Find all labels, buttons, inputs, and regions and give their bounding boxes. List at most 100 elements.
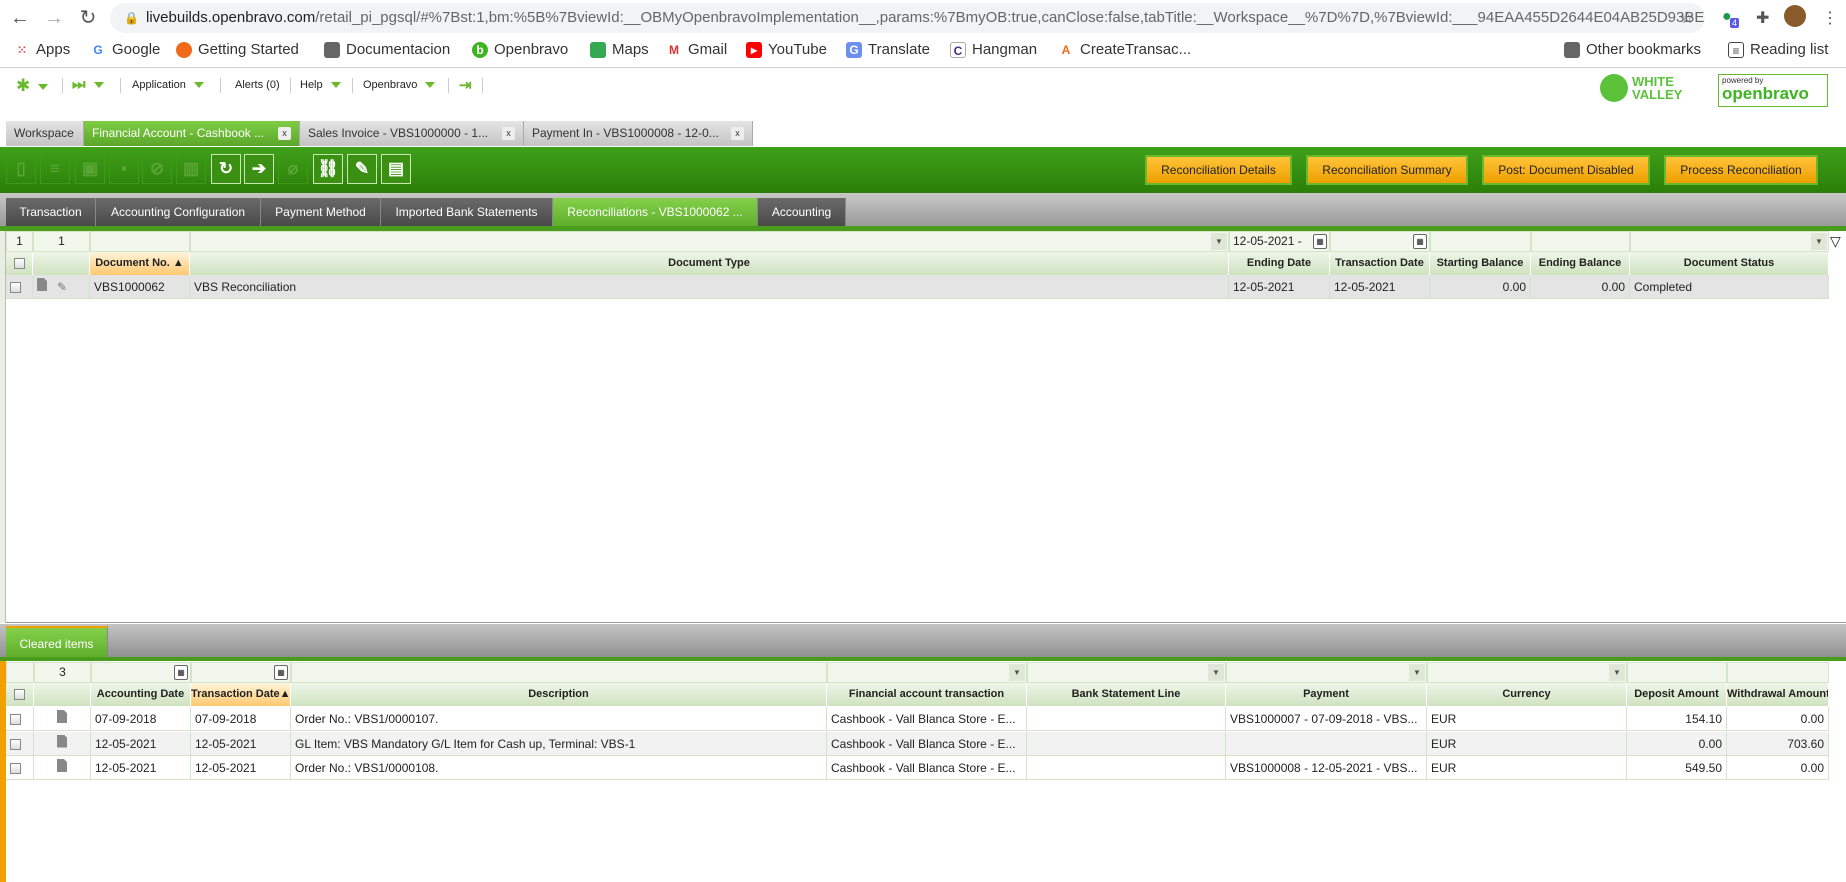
save-icon[interactable]: ▣ — [75, 154, 105, 184]
filter-transaction-date[interactable]: ▦ — [1330, 231, 1430, 252]
bookmark-getting-started[interactable]: Getting Started — [176, 41, 299, 58]
dropdown-icon[interactable]: ▼ — [1811, 233, 1827, 250]
export-icon[interactable]: ➔ — [244, 154, 274, 184]
select-all-checkbox[interactable] — [6, 683, 34, 706]
column-header[interactable]: Ending Balance — [1531, 252, 1630, 275]
filter-withdrawal-amount[interactable] — [1727, 662, 1829, 683]
new-row-icon[interactable]: ≡ — [40, 154, 70, 184]
row-checkbox[interactable] — [6, 275, 33, 299]
filter-payment[interactable]: ▼ — [1226, 662, 1427, 683]
application-menu[interactable]: Application — [132, 79, 204, 91]
filter-ending-date[interactable]: 12-05-2021 - ▦ — [1229, 231, 1330, 252]
column-header[interactable]: Document No. ▲ — [90, 252, 190, 275]
tab-sales-invoice[interactable]: Sales Invoice - VBS1000000 - 1... x — [300, 121, 524, 146]
column-header[interactable]: Payment — [1226, 683, 1427, 706]
close-icon[interactable]: x — [502, 127, 515, 140]
star-icon[interactable]: ☆ — [1680, 8, 1694, 28]
row-checkbox[interactable] — [6, 756, 34, 780]
tab-transaction[interactable]: Transaction — [6, 198, 96, 226]
calendar-icon[interactable]: ▦ — [174, 665, 188, 680]
help-menu[interactable]: Help — [300, 79, 341, 91]
bookmark-translate[interactable]: G Translate — [846, 41, 930, 58]
edit-icon[interactable]: ✎ — [57, 280, 67, 294]
filter-document-type[interactable]: ▼ — [190, 231, 1229, 252]
dropdown-icon[interactable]: ▼ — [1609, 664, 1625, 681]
column-header[interactable]: Transaction Date — [1330, 252, 1430, 275]
new-document-icon[interactable]: ▯ — [6, 154, 36, 184]
user-menu[interactable]: Openbravo — [363, 79, 436, 91]
reconciliation-summary-button[interactable]: Reconciliation Summary — [1306, 155, 1468, 185]
tab-reconciliations[interactable]: Reconciliations - VBS1000062 ... — [553, 198, 758, 226]
dropdown-icon[interactable]: ▼ — [1009, 664, 1025, 681]
reconciliation-details-button[interactable]: Reconciliation Details — [1145, 155, 1292, 185]
tab-cleared-items[interactable]: Cleared items — [6, 626, 108, 658]
filter-funnel-icon[interactable]: ▽ — [1830, 233, 1846, 250]
filter-ending-balance[interactable] — [1531, 231, 1630, 252]
row-checkbox[interactable] — [6, 731, 34, 756]
avatar[interactable] — [1784, 5, 1806, 27]
layout-icon[interactable]: ▤ — [381, 154, 411, 184]
close-icon[interactable]: x — [731, 127, 744, 140]
select-all-checkbox[interactable] — [6, 252, 33, 275]
bookmark-openbravo[interactable]: b Openbravo — [472, 41, 568, 58]
save-close-icon[interactable]: ▪ — [109, 154, 139, 184]
document-icon[interactable] — [37, 278, 47, 291]
document-icon[interactable] — [57, 710, 67, 723]
close-icon[interactable]: x — [278, 127, 291, 140]
document-icon[interactable] — [57, 759, 67, 772]
process-reconciliation-button[interactable]: Process Reconciliation — [1664, 155, 1818, 185]
bookmark-youtube[interactable]: ▸ YouTube — [746, 41, 827, 58]
column-header[interactable]: Description — [291, 683, 827, 706]
column-header[interactable]: Starting Balance — [1430, 252, 1531, 275]
alerts-link[interactable]: Alerts (0) — [235, 79, 280, 91]
other-bookmarks[interactable]: Other bookmarks — [1564, 41, 1701, 58]
tab-imported-bank-statements[interactable]: Imported Bank Statements — [381, 198, 553, 226]
link-icon[interactable]: ⛓ — [313, 154, 343, 184]
tab-payment-in[interactable]: Payment In - VBS1000008 - 12-0... x — [524, 121, 753, 146]
tab-accounting-configuration[interactable]: Accounting Configuration — [96, 198, 261, 226]
bookmark-createtransac[interactable]: A CreateTransac... — [1058, 41, 1192, 58]
puzzle-icon[interactable]: ✚ — [1756, 8, 1769, 28]
quick-create-icon[interactable]: ✱ — [16, 76, 49, 96]
reload-icon[interactable]: ↻ — [76, 6, 100, 30]
dropdown-icon[interactable]: ▼ — [1409, 664, 1425, 681]
tab-accounting[interactable]: Accounting — [758, 198, 846, 226]
calendar-icon[interactable]: ▦ — [1413, 234, 1427, 249]
logout-icon[interactable]: ⇥ — [459, 76, 472, 94]
column-header[interactable]: Financial account transaction — [827, 683, 1027, 706]
column-header[interactable]: Deposit Amount — [1627, 683, 1727, 706]
bookmark-apps[interactable]: ⁙ Apps — [14, 41, 70, 58]
filter-document-no[interactable] — [90, 231, 190, 252]
reading-list[interactable]: ≡ Reading list — [1728, 41, 1828, 58]
bookmark-documentacion[interactable]: Documentacion — [324, 41, 450, 58]
dropdown-icon[interactable]: ▼ — [1208, 664, 1224, 681]
tab-workspace[interactable]: Workspace — [6, 121, 84, 146]
bookmark-maps[interactable]: Maps — [590, 41, 649, 58]
column-header[interactable]: Withdrawal Amount — [1727, 683, 1829, 706]
bookmark-hangman[interactable]: C Hangman — [950, 41, 1037, 58]
dropdown-icon[interactable]: ▼ — [1211, 233, 1227, 250]
undo-icon[interactable]: ⊘ — [142, 154, 172, 184]
filter-transaction-date[interactable]: ▦ — [191, 662, 291, 683]
refresh-icon[interactable]: ↻ — [211, 154, 241, 184]
column-header[interactable]: Ending Date — [1229, 252, 1330, 275]
column-header[interactable]: Document Type — [190, 252, 1229, 275]
back-icon[interactable]: ← — [8, 6, 32, 30]
quick-launch-icon[interactable]: ⏭ — [72, 76, 104, 93]
tab-financial-account[interactable]: Financial Account - Cashbook ... x — [84, 121, 300, 146]
calendar-icon[interactable]: ▦ — [1313, 234, 1327, 249]
filter-deposit-amount[interactable] — [1627, 662, 1727, 683]
filter-description[interactable] — [291, 662, 827, 683]
column-header[interactable]: Document Status — [1630, 252, 1829, 275]
filter-accounting-date[interactable]: ▦ — [91, 662, 191, 683]
extension-icon[interactable]: ● 4 — [1722, 8, 1740, 28]
column-header[interactable]: Transaction Date▲ — [191, 683, 291, 706]
forward-icon[interactable]: → — [42, 6, 66, 30]
bookmark-gmail[interactable]: M Gmail — [666, 41, 727, 58]
calendar-icon[interactable]: ▦ — [274, 665, 288, 680]
post-button[interactable]: Post: Document Disabled — [1482, 155, 1650, 185]
tab-payment-method[interactable]: Payment Method — [261, 198, 381, 226]
menu-icon[interactable]: ⋮ — [1822, 8, 1838, 28]
attachment-icon[interactable]: ⌀ — [278, 154, 308, 184]
column-header[interactable]: Currency — [1427, 683, 1627, 706]
